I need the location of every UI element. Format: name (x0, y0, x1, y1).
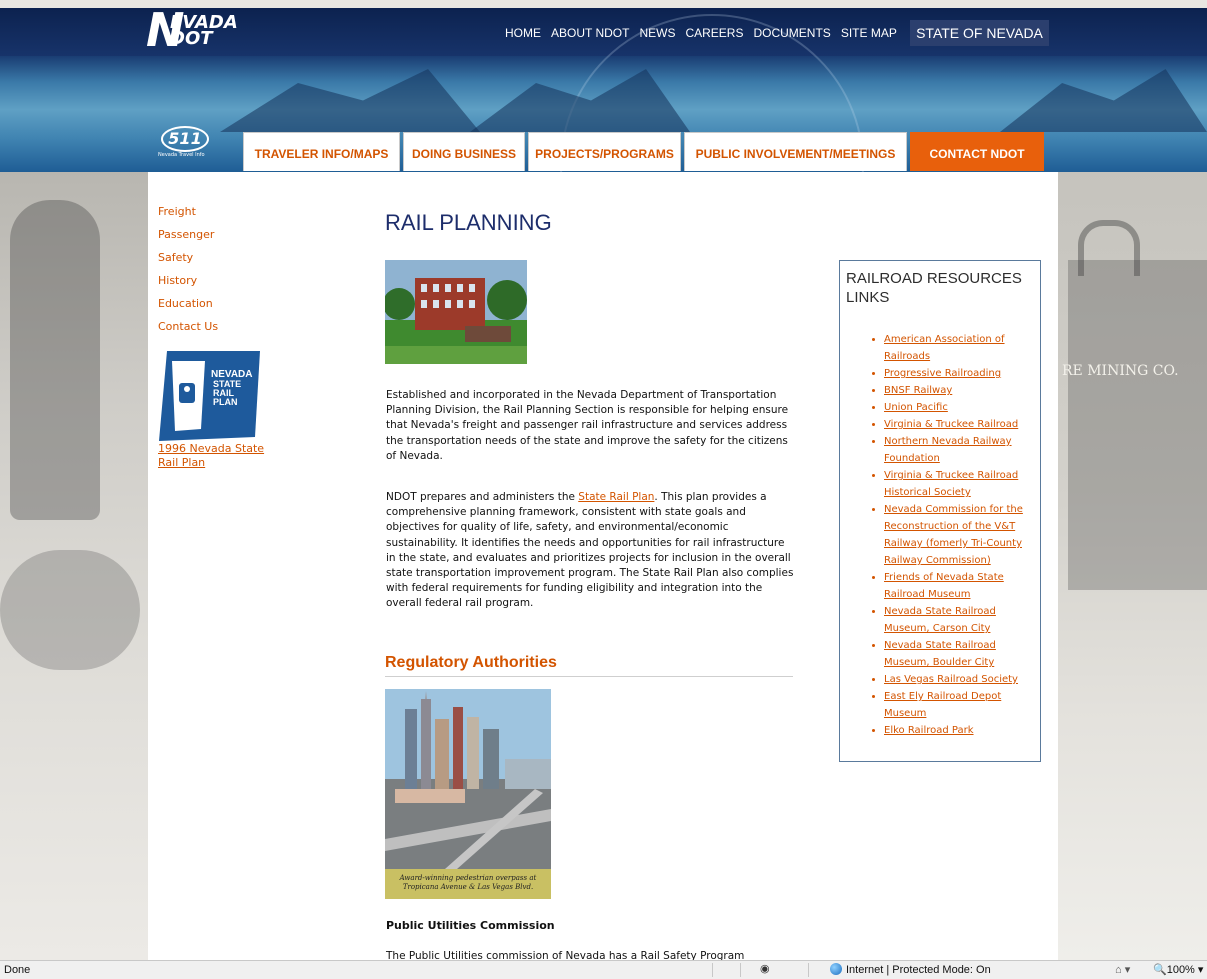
list-item: Nevada State Railroad Museum, Boulder Ci… (884, 637, 1040, 671)
sidebar-item-safety[interactable]: Safety (158, 246, 218, 269)
locomotive-wheel (0, 550, 140, 670)
resource-link[interactable]: American Association of Railroads (884, 334, 1005, 362)
zoom-value: 100% (1166, 964, 1195, 976)
rail-plan-badge-image[interactable]: NEVADA STATE RAIL PLAN (157, 349, 262, 442)
tab-public-involvement[interactable]: PUBLIC INVOLVEMENT/MEETINGS (684, 132, 907, 171)
rail-plan-1996-link[interactable]: 1996 Nevada State Rail Plan (158, 442, 278, 470)
logo-511[interactable]: 511 Nevada Travel Info (158, 126, 214, 160)
page-title: RAIL PLANNING (385, 210, 552, 235)
top-nav-site-map[interactable]: SITE MAP (841, 22, 897, 44)
list-item: Friends of Nevada State Railroad Museum (884, 569, 1040, 603)
list-item: Nevada State Railroad Museum, Carson Cit… (884, 603, 1040, 637)
photo-caption: Award-winning pedestrian overpass at Trop… (385, 869, 551, 899)
mining-car-sign: RE MINING CO. (1062, 363, 1179, 379)
resources-title: RAILROAD RESOURCES LINKS (846, 270, 1022, 306)
mountain-silhouette (1000, 69, 1207, 132)
status-divider (740, 963, 741, 977)
top-nav-home[interactable]: HOME (505, 22, 541, 44)
sidebar-item-contact-us[interactable]: Contact Us (158, 315, 218, 338)
security-zone-label: Internet | Protected Mode: On (846, 964, 991, 976)
locomotive-silhouette (10, 200, 100, 520)
privacy-eye-icon[interactable]: ◉ (760, 962, 770, 975)
zoom-level[interactable]: 🔍100% ▾ (1153, 963, 1203, 976)
resource-link[interactable]: Union Pacific (884, 402, 948, 413)
resource-link[interactable]: Virginia & Truckee Railroad (884, 419, 1018, 430)
logo-511-number: 511 (161, 126, 209, 152)
top-nav-documents[interactable]: DOCUMENTS (753, 22, 830, 44)
status-divider (712, 963, 713, 977)
tab-traveler-info[interactable]: TRAVELER INFO/MAPS (243, 132, 400, 171)
regulatory-authorities-heading: Regulatory Authorities (385, 654, 557, 671)
resource-link[interactable]: Virginia & Truckee Railroad Historical S… (884, 470, 1018, 498)
logo-511-tagline: Nevada Travel Info (158, 152, 205, 158)
security-zone[interactable]: Internet | Protected Mode: On (830, 963, 991, 976)
resource-link[interactable]: Nevada State Railroad Museum, Carson Cit… (884, 606, 996, 634)
resource-link[interactable]: Nevada Commission for the Reconstruction… (884, 504, 1023, 566)
resource-link[interactable]: BNSF Railway (884, 385, 952, 396)
mining-car-silhouette (1068, 260, 1207, 590)
logo-line2: DOT (170, 28, 213, 49)
resources-list: American Association of Railroads Progre… (884, 331, 1040, 739)
railroad-resources-box: RAILROAD RESOURCES LINKS American Associ… (839, 260, 1041, 762)
building-photo (385, 260, 527, 364)
overpass-image (385, 689, 551, 869)
sidebar-item-freight[interactable]: Freight (158, 200, 218, 223)
tab-contact-ndot[interactable]: CONTACT NDOT (910, 132, 1044, 171)
browser-status-bar: Done ◉ Internet | Protected Mode: On ⌂ ▾… (0, 960, 1207, 979)
list-item: East Ely Railroad Depot Museum (884, 688, 1040, 722)
heading-divider (385, 676, 793, 677)
plan-text-after: . This plan provides a comprehensive pla… (386, 491, 794, 610)
list-item: Virginia & Truckee Railroad Historical S… (884, 467, 1040, 501)
list-item: Union Pacific (884, 399, 1040, 416)
list-item: Progressive Railroading (884, 365, 1040, 382)
caption-line1: Award-winning pedestrian overpass at (399, 874, 537, 882)
top-nav-careers[interactable]: CAREERS (685, 22, 743, 44)
list-item: Virginia & Truckee Railroad (884, 416, 1040, 433)
list-item: American Association of Railroads (884, 331, 1040, 365)
page-tools-icon[interactable]: ⌂ ▾ (1115, 963, 1130, 976)
resource-link[interactable]: East Ely Railroad Depot Museum (884, 691, 1001, 719)
tab-doing-business[interactable]: DOING BUSINESS (403, 132, 525, 171)
sidebar-item-education[interactable]: Education (158, 292, 218, 315)
status-text: Done (4, 964, 31, 976)
left-sidebar-nav: Freight Passenger Safety History Educati… (158, 200, 218, 338)
resource-link[interactable]: Northern Nevada Railway Foundation (884, 436, 1012, 464)
resource-link[interactable]: Las Vegas Railroad Society (884, 674, 1018, 685)
sidebar-item-history[interactable]: History (158, 269, 218, 292)
intro-paragraph: Established and incorporated in the Neva… (386, 389, 789, 462)
top-nav-about[interactable]: ABOUT NDOT (551, 22, 629, 44)
resource-link[interactable]: Friends of Nevada State Railroad Museum (884, 572, 1004, 600)
globe-icon (830, 963, 842, 975)
mountain-silhouette (220, 69, 480, 132)
list-item: Las Vegas Railroad Society (884, 671, 1040, 688)
list-item: Nevada Commission for the Reconstruction… (884, 501, 1040, 569)
caption-line2: Tropicana Avenue & Las Vegas Blvd. (402, 883, 534, 891)
overpass-photo: Award-winning pedestrian overpass at Trop… (385, 689, 551, 899)
top-nav: HOME ABOUT NDOT NEWS CAREERS DOCUMENTS S… (505, 22, 907, 44)
status-divider (808, 963, 809, 977)
state-rail-plan-link[interactable]: State Rail Plan (578, 491, 654, 503)
resource-link[interactable]: Elko Railroad Park (884, 725, 974, 736)
badge-line4: PLAN (213, 397, 238, 407)
list-item: Elko Railroad Park (884, 722, 1040, 739)
state-rail-plan-paragraph: NDOT prepares and administers the State … (386, 490, 796, 612)
resource-link[interactable]: Progressive Railroading (884, 368, 1001, 379)
puc-heading: Public Utilities Commission (386, 919, 555, 932)
tab-projects-programs[interactable]: PROJECTS/PROGRAMS (528, 132, 681, 171)
state-of-nevada-button[interactable]: STATE OF NEVADA (910, 20, 1049, 46)
train-headlight-icon (184, 386, 190, 392)
plan-text-before: NDOT prepares and administers the (386, 491, 579, 503)
sidebar-item-passenger[interactable]: Passenger (158, 223, 218, 246)
list-item: BNSF Railway (884, 382, 1040, 399)
right-background-mining-car: RE MINING CO. (1058, 170, 1207, 960)
list-item: Northern Nevada Railway Foundation (884, 433, 1040, 467)
resource-link[interactable]: Nevada State Railroad Museum, Boulder Ci… (884, 640, 996, 668)
top-nav-news[interactable]: NEWS (639, 22, 675, 44)
left-background-locomotive (0, 170, 148, 960)
